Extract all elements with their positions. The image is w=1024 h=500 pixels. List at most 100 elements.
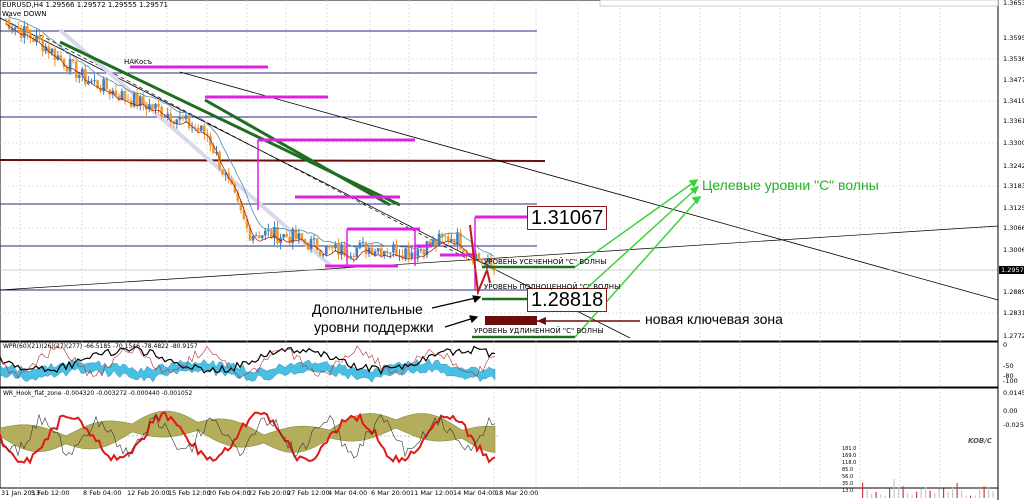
candle-body: [282, 234, 285, 238]
support-annotation-1: Дополнительные: [312, 301, 423, 317]
volume-bar: [920, 488, 922, 498]
candle-body: [254, 235, 258, 237]
top-tab: [599, 0, 999, 7]
price-tick: 1.31839: [1003, 182, 1024, 190]
current-price-tag: 1.29571: [999, 266, 1024, 274]
time-tick: 11 Mar 12:00: [410, 489, 454, 497]
volume-tick: 56.0: [842, 474, 854, 480]
candle-body: [325, 246, 328, 255]
candle-body: [379, 248, 383, 256]
time-tick: 20 Feb 04:00: [208, 489, 251, 497]
candle-body: [221, 169, 224, 175]
candle-body: [352, 256, 356, 258]
nakoch-label: НАКосъ: [124, 58, 153, 66]
wpr-tick: -50: [1003, 362, 1014, 370]
time-tick: 22 Feb 20:00: [248, 489, 291, 497]
candle-body: [93, 80, 96, 82]
time-tick: 18 Mar 20:00: [495, 489, 539, 497]
price-tick: 1.32424: [1003, 162, 1024, 170]
price-tick: 1.34779: [1003, 76, 1024, 84]
candle-body: [340, 244, 343, 255]
candle-body: [187, 115, 191, 128]
wpr-tick: -100: [1003, 377, 1018, 385]
candle-body: [309, 239, 313, 250]
candle-body: [285, 234, 288, 237]
volume-bar: [961, 490, 963, 498]
volume-bar: [988, 486, 990, 498]
volume-bar: [875, 491, 877, 498]
candle-body: [376, 248, 380, 252]
candle-body: [7, 19, 11, 30]
candle-body: [84, 68, 87, 85]
candle-body: [297, 233, 301, 240]
volume-bar: [956, 483, 958, 498]
target-levels-annotation: Целевые уровни "С" волны: [702, 177, 879, 193]
candle-body: [53, 48, 57, 60]
candle-body: [389, 252, 392, 254]
brown-level-line: [0, 159, 546, 162]
price-tick: 1.35951: [1003, 34, 1024, 42]
candle-body: [163, 116, 166, 118]
candle-body: [312, 238, 316, 240]
price-tick: 1.36534: [1003, 0, 1024, 7]
volume-bar: [871, 493, 873, 498]
time-tick: 5 Feb 12:00: [31, 489, 70, 497]
hook-tick: 0.014502: [1003, 389, 1024, 397]
candle-body: [382, 250, 386, 256]
time-tick: 15 Feb 12:00: [168, 489, 211, 497]
volume-tick: 169.0: [842, 453, 857, 459]
level-ext-label: УРОВЕНЬ УДЛИНЕННОЙ "С" ВОЛНЫ: [474, 327, 604, 335]
candle-body: [184, 115, 188, 119]
level-full-label: УРОВЕНЬ ПОЛНОЦЕННОЙ "С" ВОЛНЫ: [484, 283, 621, 291]
volume-bar: [974, 495, 976, 498]
volume-bar: [929, 490, 931, 498]
volume-bar: [889, 488, 891, 498]
candle-body: [300, 233, 304, 240]
volume-tick: 35.0: [842, 481, 854, 487]
candle-body: [291, 229, 295, 244]
price-tick: 1.34196: [1003, 97, 1024, 105]
key-zone-annotation: новая ключевая зона: [645, 311, 783, 327]
price-tick: 1.33009: [1003, 139, 1024, 147]
candle-body: [154, 103, 157, 109]
symbol-label: EURUSD,H4 1.29566 1.29572 1.29555 1.2957…: [2, 1, 169, 9]
volume-bar: [911, 494, 913, 498]
volume-tick: 13.0: [842, 488, 854, 494]
time-tick: 27 Feb 12:00: [287, 489, 330, 497]
candle-body: [196, 128, 200, 131]
candle-body: [59, 55, 63, 60]
price-tick: 1.35362: [1003, 55, 1024, 63]
price-tick: 1.30669: [1003, 224, 1024, 232]
candle-body: [38, 35, 41, 40]
wpr-title: WPR(60)(21)(26)(27)(277) -66.5185 -70.15…: [3, 343, 198, 350]
candle-body: [355, 248, 359, 258]
candle-body: [373, 251, 377, 255]
price-tick: 1.31254: [1003, 204, 1024, 212]
candle-body: [77, 75, 81, 78]
key-zone-box: [485, 316, 537, 325]
price-tick: 1.30069: [1003, 246, 1024, 254]
candle-body: [267, 230, 270, 232]
candle-body: [328, 246, 331, 248]
candle-body: [151, 104, 154, 109]
volume-bar: [898, 487, 900, 498]
volume-bar: [983, 486, 985, 498]
support-annotation-2: уровни поддержки: [314, 319, 434, 335]
candle-body: [443, 236, 447, 238]
candle-body: [135, 93, 139, 107]
volume-tick: 85.0: [842, 467, 854, 473]
price-chart: [0, 0, 999, 500]
hook-title: WR_Hook_flat_zone -0.004320 -0.003272 -0…: [3, 390, 193, 397]
candle-body: [257, 235, 261, 239]
candle-body: [422, 249, 426, 256]
candle-body: [74, 61, 78, 78]
candle-body: [123, 91, 127, 100]
volume-bar: [902, 486, 904, 498]
volume-bar: [907, 493, 909, 498]
wpr-tick: 0: [1003, 341, 1008, 349]
candle-body: [331, 247, 334, 249]
time-tick: 8 Feb 04:00: [83, 489, 122, 497]
candle-body: [276, 227, 279, 244]
volume-bar: [862, 482, 864, 498]
candle-body: [105, 79, 108, 90]
